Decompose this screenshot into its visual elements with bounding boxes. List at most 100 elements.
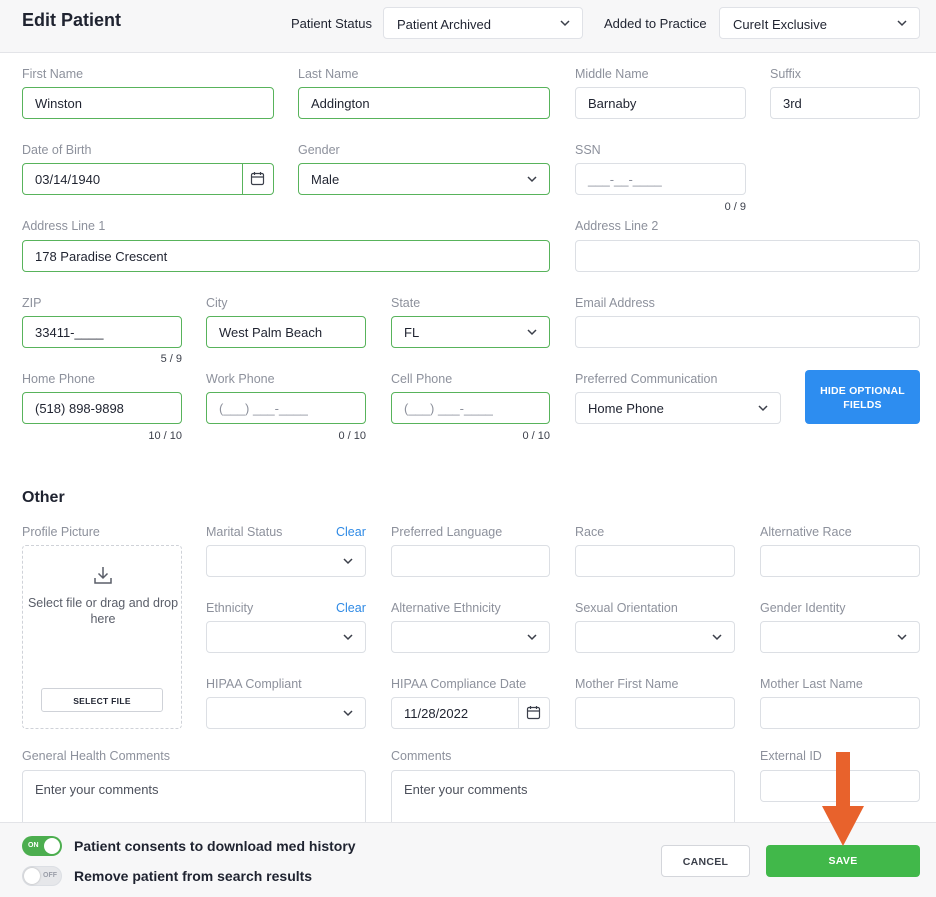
zip-input[interactable]: 33411-____	[22, 316, 182, 348]
hipaa-date-label: HIPAA Compliance Date	[391, 677, 527, 691]
ssn-input[interactable]: ___-__-____	[575, 163, 746, 195]
calendar-icon[interactable]	[526, 705, 541, 720]
gender-select[interactable]: Male	[298, 163, 550, 195]
gender-identity-label: Gender Identity	[760, 601, 846, 615]
remove-from-search-label: Remove patient from search results	[74, 868, 313, 884]
address1-input[interactable]: 178 Paradise Crescent	[22, 240, 550, 272]
preferred-language-label: Preferred Language	[391, 525, 503, 539]
consent-toggle[interactable]: ON	[22, 836, 62, 856]
consent-label: Patient consents to download med history	[74, 838, 356, 854]
gender-label: Gender	[298, 143, 340, 157]
state-value: FL	[404, 325, 420, 340]
ssn-counter: 0 / 9	[724, 201, 746, 213]
preferred-language-input[interactable]	[391, 545, 550, 577]
ssn-label: SSN	[575, 143, 601, 157]
chevron-down-icon	[897, 20, 907, 27]
zip-label: ZIP	[22, 296, 42, 310]
email-label: Email Address	[575, 296, 655, 310]
comments-textarea[interactable]: Enter your comments	[391, 770, 735, 830]
suffix-input[interactable]: 3rd	[770, 87, 920, 119]
added-to-practice-value: CureIt Exclusive	[733, 17, 827, 32]
home-phone-label: Home Phone	[22, 372, 95, 386]
race-input[interactable]	[575, 545, 735, 577]
divider	[242, 164, 243, 194]
page-title: Edit Patient	[22, 10, 122, 30]
mother-last-name-label: Mother Last Name	[760, 677, 863, 691]
work-phone-input[interactable]: (___) ___-____	[206, 392, 366, 424]
marital-status-clear-link[interactable]: Clear	[336, 525, 366, 539]
last-name-label: Last Name	[298, 67, 359, 81]
select-file-button[interactable]: SELECT FILE	[41, 688, 163, 712]
dob-input[interactable]: 03/14/1940	[22, 163, 274, 195]
middle-name-input[interactable]: Barnaby	[575, 87, 746, 119]
chevron-down-icon	[560, 20, 570, 27]
chevron-down-icon	[343, 634, 353, 641]
calendar-icon[interactable]	[250, 171, 265, 186]
chevron-down-icon	[527, 634, 537, 641]
first-name-input[interactable]: Winston	[22, 87, 274, 119]
preferred-comm-select[interactable]: Home Phone	[575, 392, 781, 424]
download-icon	[94, 567, 112, 584]
mother-first-name-label: Mother First Name	[575, 677, 679, 691]
toggle-knob	[44, 838, 60, 854]
gender-value: Male	[311, 172, 340, 187]
home-phone-counter: 10 / 10	[148, 430, 182, 442]
chevron-down-icon	[527, 329, 537, 336]
toggle-state-text: ON	[28, 842, 39, 849]
dob-label: Date of Birth	[22, 143, 92, 157]
cell-phone-counter: 0 / 10	[522, 430, 550, 442]
mother-last-name-input[interactable]	[760, 697, 920, 729]
toggle-state-text: OFF	[43, 872, 57, 879]
ethnicity-select[interactable]	[206, 621, 366, 653]
home-phone-input[interactable]: (518) 898-9898	[22, 392, 182, 424]
alternative-race-input[interactable]	[760, 545, 920, 577]
city-input[interactable]: West Palm Beach	[206, 316, 366, 348]
page-header: Edit Patient Patient Status Patient Arch…	[0, 0, 936, 53]
cell-phone-label: Cell Phone	[391, 372, 453, 386]
divider	[518, 698, 519, 728]
annotation-arrow-icon	[822, 752, 864, 846]
profile-picture-label: Profile Picture	[22, 525, 100, 539]
mother-first-name-input[interactable]	[575, 697, 735, 729]
hipaa-compliant-select[interactable]	[206, 697, 366, 729]
suffix-label: Suffix	[770, 67, 802, 81]
dob-value: 03/14/1940	[35, 172, 101, 187]
alternative-ethnicity-label: Alternative Ethnicity	[391, 601, 501, 615]
toggle-knob	[24, 868, 40, 884]
chevron-down-icon	[343, 710, 353, 717]
marital-status-select[interactable]	[206, 545, 366, 577]
patient-status-select[interactable]: Patient Archived	[383, 7, 583, 39]
middle-name-label: Middle Name	[575, 67, 649, 81]
added-to-practice-label: Added to Practice	[604, 16, 707, 31]
ethnicity-clear-link[interactable]: Clear	[336, 601, 366, 615]
remove-from-search-toggle[interactable]: OFF	[22, 866, 62, 886]
health-comments-textarea[interactable]: Enter your comments	[22, 770, 366, 830]
first-name-label: First Name	[22, 67, 84, 81]
email-input[interactable]	[575, 316, 920, 348]
chevron-down-icon	[712, 634, 722, 641]
address1-label: Address Line 1	[22, 219, 106, 233]
hipaa-compliant-label: HIPAA Compliant	[206, 677, 302, 691]
zip-counter: 5 / 9	[160, 353, 182, 365]
gender-identity-select[interactable]	[760, 621, 920, 653]
city-label: City	[206, 296, 228, 310]
sexual-orientation-select[interactable]	[575, 621, 735, 653]
address2-input[interactable]	[575, 240, 920, 272]
last-name-input[interactable]: Addington	[298, 87, 550, 119]
alternative-race-label: Alternative Race	[760, 525, 852, 539]
added-to-practice-select[interactable]: CureIt Exclusive	[719, 7, 920, 39]
hipaa-date-input[interactable]: 11/28/2022	[391, 697, 550, 729]
cell-phone-input[interactable]: (___) ___-____	[391, 392, 550, 424]
comments-label: Comments	[391, 749, 452, 763]
alternative-ethnicity-select[interactable]	[391, 621, 550, 653]
work-phone-label: Work Phone	[206, 372, 275, 386]
other-section-title: Other	[22, 489, 65, 506]
profile-picture-dropzone[interactable]: Select file or drag and drop here SELECT…	[22, 545, 182, 729]
race-label: Race	[575, 525, 605, 539]
cancel-button[interactable]: CANCEL	[661, 845, 750, 877]
hide-optional-fields-button[interactable]: HIDE OPTIONAL FIELDS	[805, 370, 920, 424]
sexual-orientation-label: Sexual Orientation	[575, 601, 678, 615]
work-phone-counter: 0 / 10	[338, 430, 366, 442]
state-select[interactable]: FL	[391, 316, 550, 348]
chevron-down-icon	[527, 176, 537, 183]
